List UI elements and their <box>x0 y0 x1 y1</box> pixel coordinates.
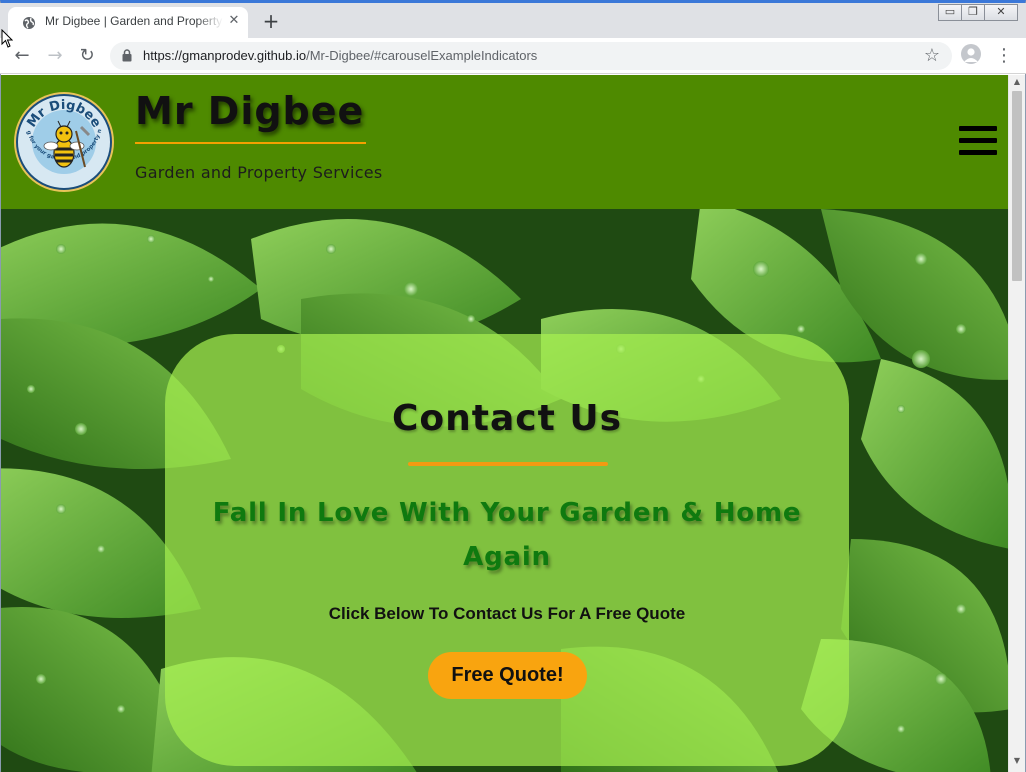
url-text: https://gmanprodev.github.io/Mr-Digbee/#… <box>143 48 537 63</box>
scrollbar-thumb[interactable] <box>1012 91 1022 281</box>
title-underline <box>135 142 366 144</box>
url-path: /Mr-Digbee/#carouselExampleIndicators <box>306 48 538 63</box>
page-viewport: Mr Digbee Caring for your garden and pro… <box>1 75 1008 772</box>
free-quote-button[interactable]: Free Quote! <box>428 652 587 699</box>
contact-card: Contact Us Fall In Love With Your Garden… <box>165 334 849 766</box>
scroll-up-arrow-icon[interactable]: ▲ <box>1009 77 1025 89</box>
hamburger-menu-icon[interactable] <box>959 126 997 160</box>
hero-carousel: Contact Us Fall In Love With Your Garden… <box>1 209 1008 772</box>
contact-heading: Contact Us <box>391 398 623 439</box>
bookmark-star-icon[interactable]: ☆ <box>924 45 940 66</box>
reload-button[interactable]: ↻ <box>75 44 99 68</box>
back-button[interactable]: ← <box>10 44 34 68</box>
close-window-button[interactable]: ✕ <box>984 4 1018 21</box>
tab-title: Mr Digbee | Garden and Property Services <box>45 14 223 28</box>
address-bar[interactable]: https://gmanprodev.github.io/Mr-Digbee/#… <box>110 42 952 70</box>
browser-toolbar: ← → ↻ https://gmanprodev.github.io/Mr-Di… <box>0 38 1026 74</box>
globe-icon <box>23 17 35 29</box>
site-header: Mr Digbee Caring for your garden and pro… <box>1 75 1008 209</box>
site-title[interactable]: Mr Digbee <box>135 89 364 133</box>
new-tab-button[interactable]: + <box>260 10 282 32</box>
restore-button[interactable]: ❐ <box>961 4 985 21</box>
minimize-button[interactable]: ▭ <box>938 4 962 21</box>
tab-close-icon[interactable]: ✕ <box>226 13 242 29</box>
browser-menu-icon[interactable]: ⋮ <box>995 44 1013 68</box>
hero-subheading: Fall In Love With Your Garden & Home Aga… <box>212 498 802 572</box>
mr-digbee-logo[interactable]: Mr Digbee Caring for your garden and pro… <box>13 91 115 193</box>
heading-underline <box>408 462 608 466</box>
lock-icon <box>122 49 132 62</box>
window-controls: ▭ ❐ ✕ <box>938 4 1018 22</box>
browser-tab[interactable]: Mr Digbee | Garden and Property Services… <box>8 7 248 38</box>
tab-strip: Mr Digbee | Garden and Property Services… <box>0 3 1026 38</box>
profile-avatar-icon[interactable] <box>961 44 981 64</box>
url-host: https://gmanprodev.github.io <box>143 48 307 63</box>
mouse-cursor-icon <box>1 29 13 48</box>
hero-text: Click Below To Contact Us For A Free Quo… <box>328 604 686 623</box>
scroll-down-arrow-icon[interactable]: ▼ <box>1009 756 1025 768</box>
page-scrollbar[interactable]: ▲ ▼ <box>1008 75 1025 772</box>
site-tagline: Garden and Property Services <box>135 163 383 182</box>
forward-button[interactable]: → <box>43 44 67 68</box>
